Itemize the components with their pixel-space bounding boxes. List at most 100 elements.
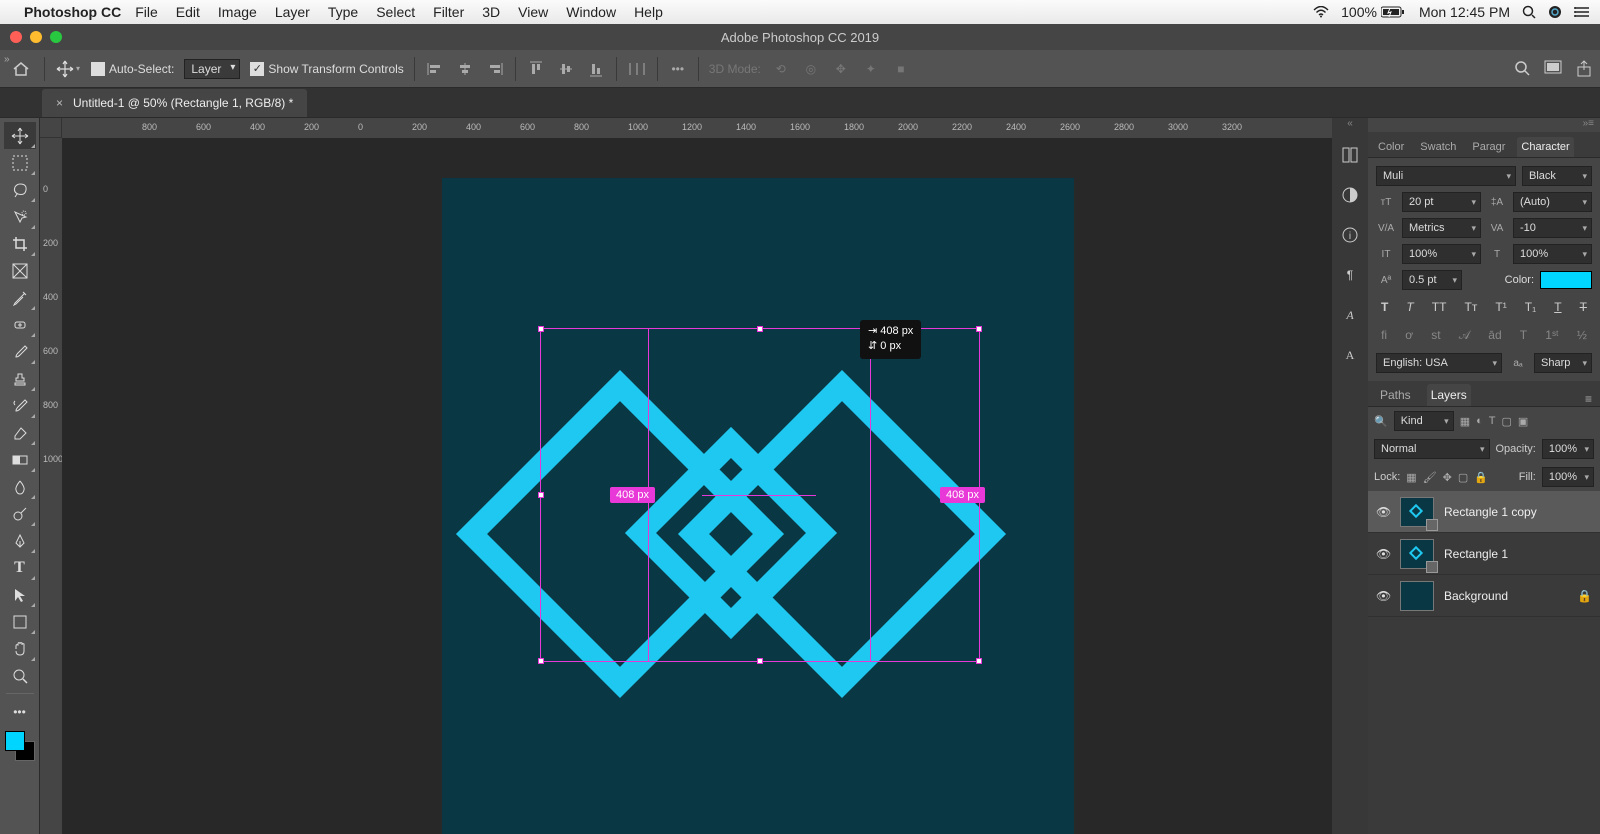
discretionary-button[interactable]: st <box>1431 328 1440 343</box>
foreground-color[interactable] <box>5 731 25 751</box>
home-button[interactable] <box>8 56 34 82</box>
align-top-icon[interactable] <box>526 59 546 79</box>
text-color-swatch[interactable] <box>1540 271 1592 289</box>
tab-character[interactable]: Character <box>1517 137 1573 157</box>
handle-se[interactable] <box>976 658 982 664</box>
faux-italic-button[interactable]: T <box>1406 300 1413 314</box>
close-window-button[interactable] <box>10 31 22 43</box>
hand-tool[interactable] <box>4 635 36 662</box>
baseline-input[interactable]: 0.5 pt <box>1402 270 1462 290</box>
minimize-window-button[interactable] <box>30 31 42 43</box>
smallcaps-button[interactable]: Tᴛ <box>1465 300 1478 314</box>
layer-name-label[interactable]: Rectangle 1 copy <box>1444 505 1592 519</box>
wifi-icon[interactable] <box>1313 6 1329 18</box>
eraser-tool[interactable] <box>4 419 36 446</box>
kerning-select[interactable]: Metrics <box>1402 218 1481 238</box>
zoom-tool[interactable] <box>4 662 36 689</box>
filter-type-icon[interactable]: T <box>1489 415 1496 427</box>
move-tool[interactable] <box>4 122 36 149</box>
vscale-input[interactable]: 100% <box>1402 244 1481 264</box>
blend-mode-select[interactable]: Normal <box>1374 439 1490 459</box>
close-tab-icon[interactable]: × <box>56 96 63 110</box>
history-brush-tool[interactable] <box>4 392 36 419</box>
layer-item[interactable]: 👁 Rectangle 1 <box>1368 533 1600 575</box>
horizontal-ruler[interactable]: 800 600 400 200 0 200 400 600 800 1000 1… <box>62 118 1332 138</box>
spotlight-icon[interactable] <box>1522 5 1536 19</box>
vertical-ruler[interactable]: 0 200 400 600 800 1000 <box>40 138 62 834</box>
ligatures-button[interactable]: fi <box>1381 328 1387 343</box>
dodge-tool[interactable] <box>4 500 36 527</box>
color-swatches[interactable] <box>5 731 35 761</box>
antialias-select[interactable]: Sharp <box>1534 353 1592 373</box>
handle-w[interactable] <box>538 492 544 498</box>
ruler-origin[interactable] <box>40 118 62 138</box>
menu-edit[interactable]: Edit <box>176 4 200 20</box>
layer-name-label[interactable]: Rectangle 1 <box>1444 547 1592 561</box>
menu-3d[interactable]: 3D <box>482 4 500 20</box>
frame-tool[interactable] <box>4 257 36 284</box>
layer-item[interactable]: 👁 Background 🔒 <box>1368 575 1600 617</box>
fill-select[interactable]: 100% <box>1542 467 1594 487</box>
app-name[interactable]: Photoshop CC <box>24 4 121 20</box>
stylistic-button[interactable]: ād <box>1488 328 1501 343</box>
move-tool-indicator[interactable]: ▾ <box>55 56 81 82</box>
menu-filter[interactable]: Filter <box>433 4 464 20</box>
contextual-button[interactable]: ơ <box>1405 328 1413 343</box>
eyedropper-tool[interactable] <box>4 284 36 311</box>
titling-button[interactable]: T <box>1520 328 1527 343</box>
filter-kind-select[interactable]: Kind <box>1394 411 1454 431</box>
type-tool[interactable]: T <box>4 554 36 581</box>
leading-select[interactable]: (Auto) <box>1513 192 1592 212</box>
language-select[interactable]: English: USA <box>1376 353 1502 373</box>
filter-adjust-icon[interactable]: ◐ <box>1476 415 1483 427</box>
tab-color[interactable]: Color <box>1374 137 1408 157</box>
viewport[interactable]: 408 px 408 px ⇥ 408 px ⇵ 0 px <box>62 138 1332 834</box>
handle-s[interactable] <box>757 658 763 664</box>
font-style-select[interactable]: Black <box>1522 166 1592 186</box>
menu-select[interactable]: Select <box>376 4 415 20</box>
fractions-button[interactable]: ½ <box>1577 328 1587 343</box>
search-icon[interactable] <box>1514 60 1530 78</box>
auto-select-checkbox[interactable]: Auto-Select: <box>91 62 174 76</box>
align-right-icon[interactable] <box>485 59 505 79</box>
align-left-icon[interactable] <box>425 59 445 79</box>
layer-name-label[interactable]: Background <box>1444 589 1567 603</box>
layer-thumbnail[interactable] <box>1400 539 1434 569</box>
crop-tool[interactable] <box>4 230 36 257</box>
filter-smart-icon[interactable]: ▣ <box>1518 415 1528 428</box>
superscript-button[interactable]: T¹ <box>1495 300 1506 314</box>
panel-icon-paragraph[interactable]: ¶ <box>1339 264 1361 286</box>
handle-n[interactable] <box>757 326 763 332</box>
align-vcenter-icon[interactable] <box>556 59 576 79</box>
lock-pixels-icon[interactable]: 🖌 <box>1423 471 1437 484</box>
visibility-toggle[interactable]: 👁 <box>1376 547 1390 561</box>
lasso-tool[interactable] <box>4 176 36 203</box>
panel-icon-info[interactable]: i <box>1339 224 1361 246</box>
brush-tool[interactable] <box>4 338 36 365</box>
path-select-tool[interactable] <box>4 581 36 608</box>
align-hcenter-icon[interactable] <box>455 59 475 79</box>
lock-all-icon[interactable]: 🔒 <box>1474 471 1488 484</box>
menu-type[interactable]: Type <box>328 4 358 20</box>
menu-window[interactable]: Window <box>566 4 616 20</box>
stamp-tool[interactable] <box>4 365 36 392</box>
pen-tool[interactable] <box>4 527 36 554</box>
more-options-icon[interactable]: ••• <box>668 59 688 79</box>
menu-image[interactable]: Image <box>218 4 257 20</box>
handle-ne[interactable] <box>976 326 982 332</box>
expand-toolbar-icon[interactable]: » <box>4 54 10 65</box>
hscale-input[interactable]: 100% <box>1513 244 1592 264</box>
underline-button[interactable]: T <box>1554 300 1561 314</box>
panel-flyout-icon[interactable]: »≡ <box>1368 118 1600 132</box>
zoom-window-button[interactable] <box>50 31 62 43</box>
distribute-icon[interactable] <box>627 59 647 79</box>
blur-tool[interactable] <box>4 473 36 500</box>
tracking-select[interactable]: -10 <box>1513 218 1592 238</box>
strikethrough-button[interactable]: T <box>1580 300 1587 314</box>
handle-sw[interactable] <box>538 658 544 664</box>
menu-file[interactable]: File <box>135 4 158 20</box>
collapse-panels-icon[interactable]: « <box>1332 118 1368 132</box>
allcaps-button[interactable]: TT <box>1432 300 1447 314</box>
panel-icon-85[interactable] <box>1339 144 1361 166</box>
align-bottom-icon[interactable] <box>586 59 606 79</box>
